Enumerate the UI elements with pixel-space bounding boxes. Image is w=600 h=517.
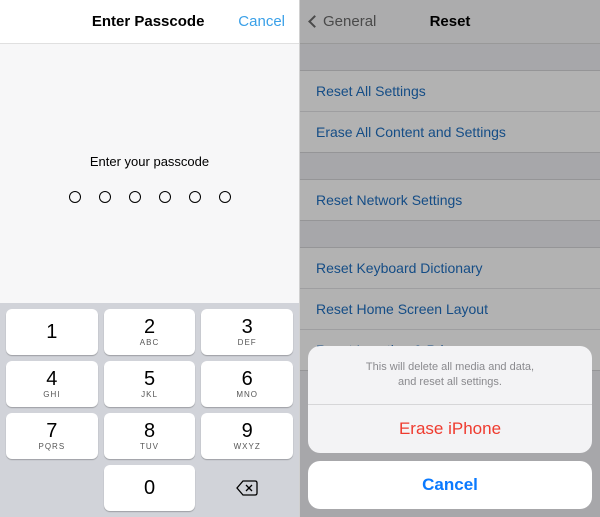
- passcode-dot: [99, 191, 111, 203]
- passcode-title: Enter Passcode: [58, 13, 238, 30]
- numeric-keypad: 1 2ABC 3DEF 4GHI 5JKL 6MNO 7PQRS 8TUV 9W…: [0, 303, 299, 517]
- erase-iphone-button[interactable]: Erase iPhone: [308, 405, 592, 453]
- key-4[interactable]: 4GHI: [6, 361, 98, 407]
- passcode-dot: [129, 191, 141, 203]
- key-7[interactable]: 7PQRS: [6, 413, 98, 459]
- key-6[interactable]: 6MNO: [201, 361, 293, 407]
- action-sheet-block: This will delete all media and data, and…: [308, 346, 592, 453]
- key-backspace[interactable]: [201, 465, 293, 511]
- action-sheet-cancel-button[interactable]: Cancel: [308, 461, 592, 509]
- backspace-icon: [236, 480, 258, 496]
- passcode-dot: [159, 191, 171, 203]
- passcode-prompt: Enter your passcode: [0, 154, 299, 169]
- passcode-dot: [69, 191, 81, 203]
- action-sheet-message: This will delete all media and data, and…: [308, 346, 592, 404]
- action-sheet: This will delete all media and data, and…: [308, 346, 592, 509]
- key-0[interactable]: 0: [104, 465, 196, 511]
- cancel-button[interactable]: Cancel: [238, 13, 285, 30]
- key-8[interactable]: 8TUV: [104, 413, 196, 459]
- key-3[interactable]: 3DEF: [201, 309, 293, 355]
- key-1[interactable]: 1: [6, 309, 98, 355]
- passcode-dots: [0, 191, 299, 203]
- passcode-dot: [189, 191, 201, 203]
- passcode-dot: [219, 191, 231, 203]
- key-2[interactable]: 2ABC: [104, 309, 196, 355]
- key-9[interactable]: 9WXYZ: [201, 413, 293, 459]
- key-5[interactable]: 5JKL: [104, 361, 196, 407]
- passcode-navbar: Enter Passcode Cancel: [0, 0, 299, 44]
- key-blank: [6, 465, 98, 511]
- reset-screen: General Reset Reset All Settings Erase A…: [300, 0, 600, 517]
- passcode-screen: Enter Passcode Cancel Enter your passcod…: [0, 0, 300, 517]
